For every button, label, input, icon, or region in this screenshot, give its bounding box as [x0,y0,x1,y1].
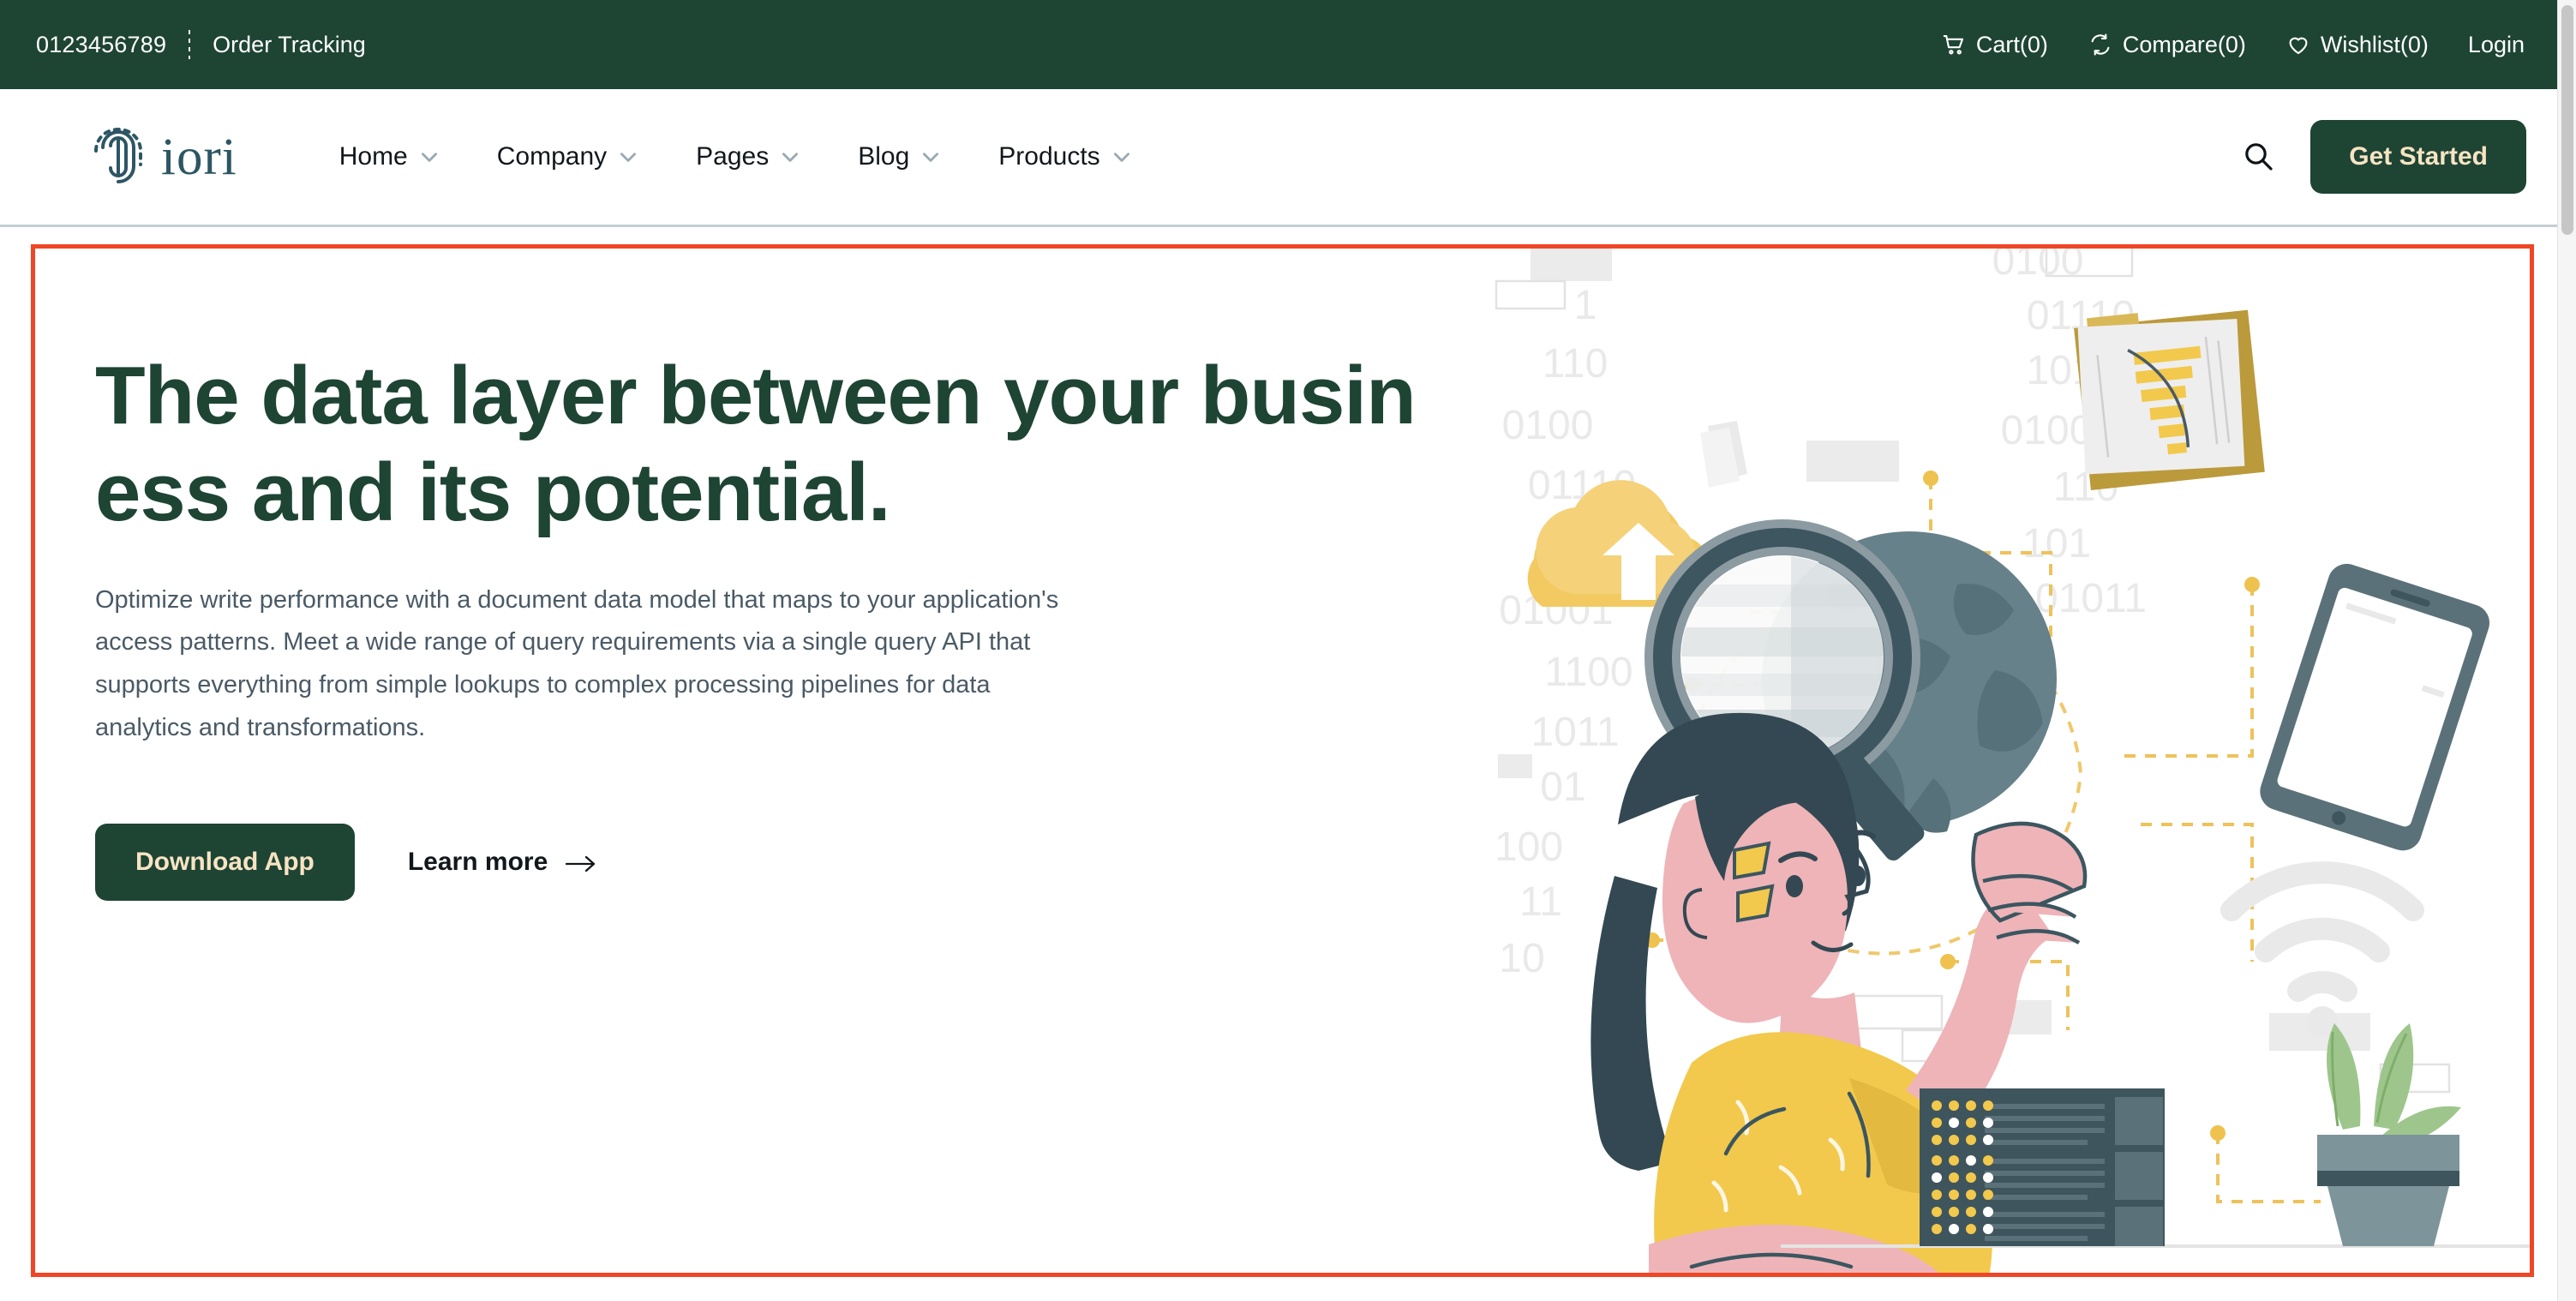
nav-item-label: Pages [696,142,770,171]
compare-icon [2088,32,2113,57]
hero-cta-group: Download App Learn more [95,824,1423,902]
brand-name: iori [161,128,237,186]
nav-right-group: Get Started [2238,120,2526,194]
vertical-scrollbar[interactable] [2557,0,2576,1301]
hero-section-highlight: The data layer between your business and… [31,244,2534,1277]
heart-icon [2285,32,2311,57]
get-started-button[interactable]: Get Started [2310,120,2526,194]
search-button[interactable] [2238,137,2278,177]
cart-link[interactable]: Cart(0) [1941,32,2048,58]
wishlist-link[interactable]: Wishlist(0) [2285,32,2429,58]
nav-item-label: Home [338,142,408,171]
nav-item-label: Company [496,142,608,171]
scrollbar-thumb[interactable] [2561,5,2573,235]
chevron-down-icon [418,146,440,168]
nav-item-company[interactable]: Company [469,142,668,171]
svg-text:1: 1 [1574,283,1597,328]
svg-text:01: 01 [1540,764,1585,810]
learn-more-label: Learn more [407,848,548,877]
fingerprint-logo-icon [91,125,146,189]
svg-text:0100: 0100 [1502,403,1594,448]
phone-number: 0123456789 [36,31,167,57]
top-utility-bar: 0123456789 Order Tracking Cart(0) Compar… [0,0,2562,89]
hero-subtitle: Optimize write performance with a docume… [95,585,1059,742]
hero-section: The data layer between your business and… [35,249,2530,1273]
order-tracking-link[interactable]: Order Tracking [213,32,366,58]
svg-text:101: 101 [2022,521,2091,567]
compare-link[interactable]: Compare(0) [2088,32,2246,58]
arrow-right-icon [565,852,597,872]
nav-links: Home Company Pages Blog Products [311,142,1161,171]
cart-label: Cart(0) [1975,31,2048,57]
svg-text:100: 100 [1495,824,1563,870]
login-label: Login [2467,31,2525,57]
divider [189,30,191,59]
login-link[interactable]: Login [2468,32,2525,58]
main-navigation-bar: iori Home Company Pages Blog Products Ge… [0,89,2562,227]
nav-item-label: Products [998,142,1100,171]
wishlist-label: Wishlist(0) [2320,31,2429,57]
chevron-down-icon [617,146,639,168]
chevron-down-icon [779,146,801,168]
svg-text:10: 10 [1499,936,1544,981]
brand-logo[interactable]: iori [91,125,237,189]
page-root: 0123456789 Order Tracking Cart(0) Compar… [0,0,2576,1301]
topbar-right-group: Cart(0) Compare(0) Wishlist(0) Login [1941,32,2525,58]
download-app-button[interactable]: Download App [95,824,355,902]
hero-copy: The data layer between your business and… [35,249,1423,1273]
cart-icon [1941,32,1967,57]
nav-item-blog[interactable]: Blog [830,142,970,171]
svg-text:0100: 0100 [2001,408,2093,453]
chevron-down-icon [1111,146,1133,168]
chevron-down-icon [920,146,942,168]
page-title: The data layer between your business and… [95,350,1417,539]
svg-text:110: 110 [1543,341,1609,387]
topbar-left-group: 0123456789 Order Tracking [36,30,366,59]
nav-item-pages[interactable]: Pages [668,142,830,171]
compare-label: Compare(0) [2122,31,2246,57]
svg-text:0100: 0100 [1992,244,2084,284]
svg-text:1100: 1100 [1544,650,1632,695]
learn-more-link[interactable]: Learn more [408,848,597,877]
nav-item-label: Blog [858,142,910,171]
nav-item-home[interactable]: Home [311,142,469,171]
nav-item-products[interactable]: Products [970,142,1160,171]
svg-text:11: 11 [1519,879,1562,925]
svg-text:1011: 1011 [1531,710,1619,755]
search-icon [2241,139,2275,176]
data-analysis-illustration: 1 110 0100 01110 01001 1100 1011 01 100 … [1481,244,2530,1273]
